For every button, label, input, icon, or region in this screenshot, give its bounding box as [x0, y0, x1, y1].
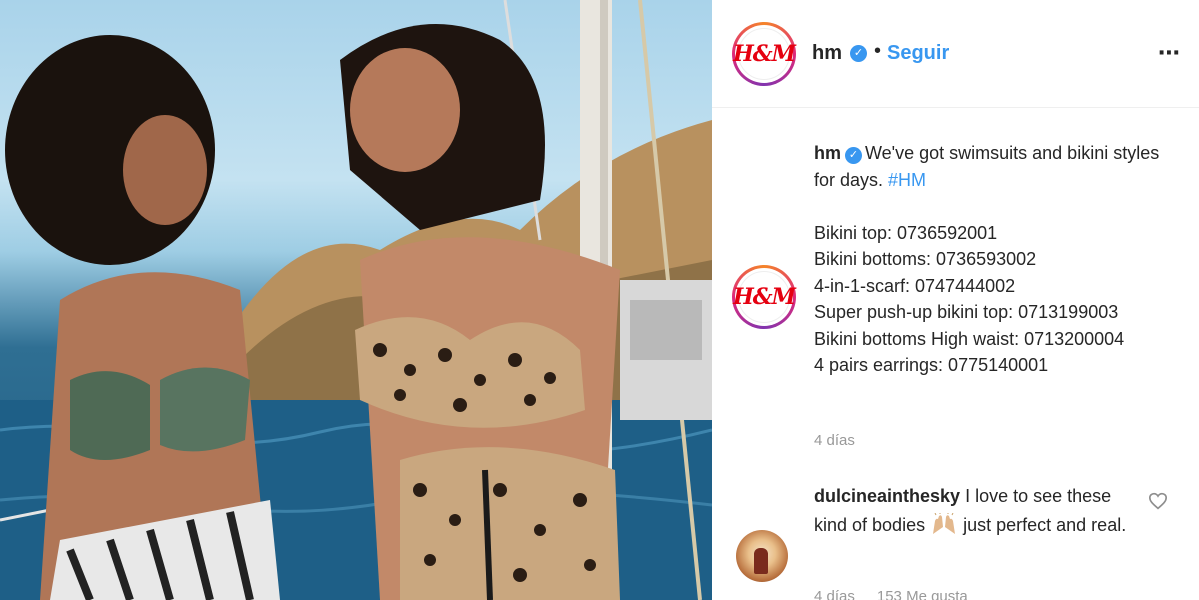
caption-first-paragraph: hm ✓ We've got swimsuits and bikini styles… [814, 140, 1182, 193]
follow-button[interactable]: Seguir [887, 42, 949, 65]
verified-badge-icon: ✓ [845, 147, 862, 164]
post-header: H&M hm ✓ • Seguir ⋯ [712, 0, 1199, 108]
photo-illustration [0, 0, 712, 600]
verified-badge-icon: ✓ [850, 45, 867, 62]
account-avatar[interactable]: H&M [732, 22, 796, 86]
like-comment-heart-icon[interactable] [1148, 492, 1168, 515]
hm-logo: H&M [733, 28, 796, 80]
more-options-icon[interactable]: ⋯ [1158, 40, 1181, 66]
post-photo[interactable] [0, 0, 712, 600]
hashtag-link[interactable]: #HM [888, 170, 926, 190]
caption-line: Bikini bottoms: 0736593002 [814, 249, 1037, 269]
comment-likes[interactable]: 153 Me gusta [877, 588, 968, 600]
caption-line: Bikini top: 0736592001 [814, 222, 998, 243]
commenter-avatar[interactable] [736, 530, 788, 582]
comment: dulcineainthesky I love to see these kin… [814, 482, 1144, 540]
comment-meta: 4 días 153 Me gusta [814, 588, 968, 600]
caption-text: We've got swimsuits and bikini styles fo… [814, 143, 1160, 190]
post-side-panel: H&M hm ✓ • Seguir ⋯ H&M hm ✓ We've got swi… [712, 0, 1199, 600]
caption-avatar[interactable]: H&M [732, 265, 796, 329]
raising-hands-emoji-icon [930, 512, 958, 535]
caption-timestamp[interactable]: 4 días [814, 432, 855, 449]
caption-username[interactable]: hm [814, 143, 841, 163]
caption-line: 4 pairs earrings: 0775140001 [814, 355, 1049, 375]
caption-line: 4-in-1-scarf: 0747444002 [814, 275, 1016, 296]
comment-timestamp[interactable]: 4 días [814, 588, 855, 600]
caption-line: Super push-up bikini top: 0713199003 [814, 302, 1119, 322]
caption-line: Bikini bottoms High waist: 0713200004 [814, 328, 1125, 349]
hm-logo: H&M [733, 271, 796, 323]
comment-text-end: just perfect and real. [963, 515, 1127, 535]
comment-username[interactable]: dulcineainthesky [814, 486, 960, 506]
post-caption: hm ✓ We've got swimsuits and bikini styles… [814, 140, 1182, 379]
header-separator: • [874, 40, 882, 62]
account-username[interactable]: hm [812, 42, 842, 65]
